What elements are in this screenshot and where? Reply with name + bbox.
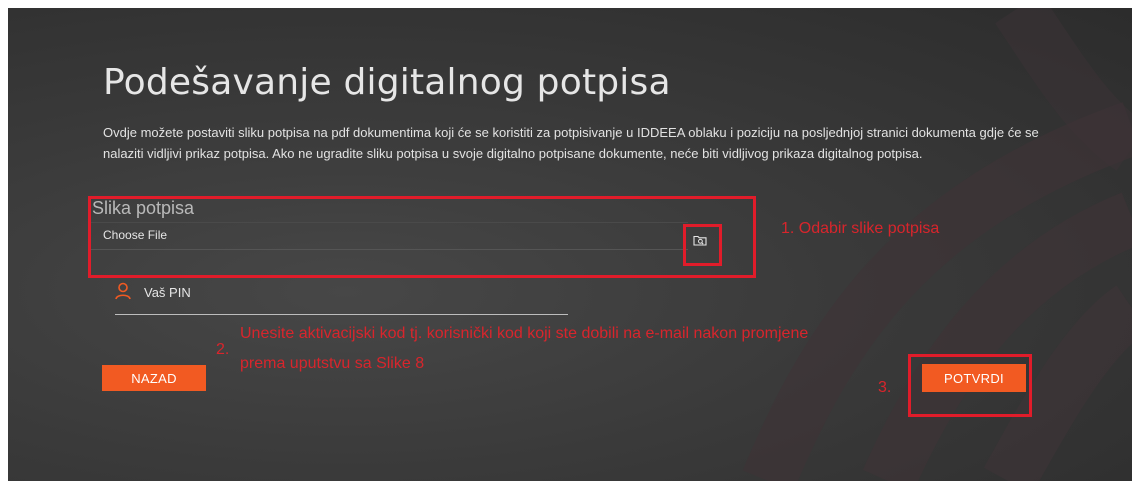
- annotation-step-2-line-1: Unesite aktivacijski kod tj. korisnički …: [240, 325, 809, 342]
- user-icon: [115, 282, 131, 300]
- annotation-step-3: 3.: [878, 379, 892, 396]
- annotation-step-1: 1. Odabir slike potpisa: [781, 220, 940, 237]
- pin-label: Vaš PIN: [144, 285, 191, 300]
- back-button[interactable]: NAZAD: [102, 365, 206, 391]
- annotation-box-confirm: [908, 354, 1032, 417]
- page-title: Podešavanje digitalnog potpisa: [103, 62, 671, 103]
- annotation-box-browse: [683, 224, 722, 266]
- annotation-step-2-number: 2.: [216, 341, 230, 358]
- annotation-step-2-line-2: prema uputstvu sa Slike 8: [240, 355, 425, 372]
- page-description: Ovdje možete postaviti sliku potpisa na …: [103, 125, 1039, 161]
- pin-field[interactable]: Vaš PIN: [115, 282, 568, 315]
- annotation-box-signature: [88, 196, 756, 278]
